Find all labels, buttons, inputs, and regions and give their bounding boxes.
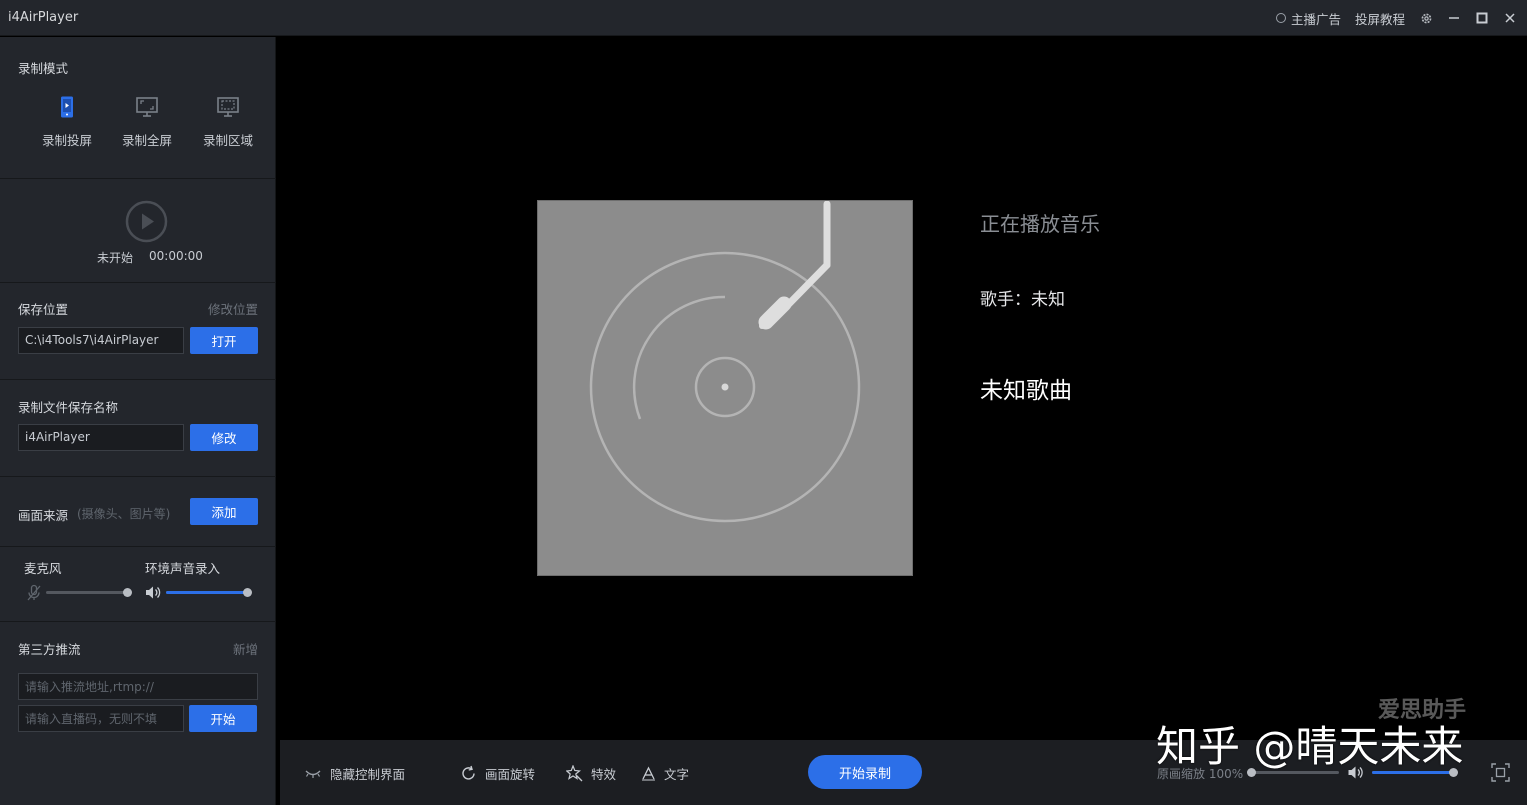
hide-controls-button[interactable]: 隐藏控制界面: [304, 764, 405, 783]
stream-code-input[interactable]: [18, 705, 184, 732]
tutorial-link[interactable]: 投屏教程: [1355, 9, 1405, 28]
circle-icon: [1275, 13, 1286, 23]
file-name-field[interactable]: i4AirPlayer: [18, 424, 184, 451]
effects-label: 特效: [591, 767, 617, 782]
phone-screen-icon: [61, 96, 73, 118]
artist-line: 歌手：未知: [980, 285, 1065, 310]
album-art: [537, 200, 913, 576]
main-view: 正在播放音乐 歌手：未知 未知歌曲: [277, 37, 1527, 740]
song-title: 未知歌曲: [980, 378, 1072, 404]
now-playing-label: 正在播放音乐: [980, 212, 1100, 236]
ambient-volume-slider[interactable]: [166, 588, 252, 597]
text-icon: [642, 766, 655, 781]
mode-label: 录制全屏: [121, 133, 172, 148]
open-folder-button[interactable]: 打开: [190, 327, 258, 354]
settings-button[interactable]: [1419, 11, 1433, 25]
ambient-label: 环境声音录入: [145, 561, 221, 576]
mic-muted-icon[interactable]: [26, 584, 42, 601]
rotate-icon: [462, 765, 475, 780]
source-section: 画面来源 (摄像头、图片等) 添加: [0, 477, 276, 547]
record-mode-section: 录制模式 录制投屏 录制全屏 录制区域: [0, 37, 276, 179]
record-mode-title: 录制模式: [18, 61, 69, 76]
file-name-title: 录制文件保存名称: [18, 400, 119, 415]
effects-button[interactable]: 特效: [566, 764, 616, 783]
mode-record-fullscreen[interactable]: 录制全屏: [112, 95, 182, 149]
monitor-fullscreen-icon: [136, 97, 158, 117]
close-icon: [1505, 13, 1515, 23]
record-status-section: 未开始 00:00:00: [0, 179, 276, 283]
stream-section: 第三方推流 新增 开始: [0, 622, 276, 805]
save-path-field[interactable]: C:\i4Tools7\i4AirPlayer: [18, 327, 184, 354]
stream-title: 第三方推流: [18, 642, 81, 657]
mic-volume-slider[interactable]: [46, 588, 132, 597]
close-button[interactable]: [1503, 11, 1517, 25]
hide-controls-label: 隐藏控制界面: [330, 767, 406, 782]
save-location-title: 保存位置: [18, 302, 69, 317]
text-label: 文字: [664, 767, 690, 782]
source-title: 画面来源: [18, 508, 69, 523]
ambient-volume-fill: [166, 591, 247, 594]
app-title: i4AirPlayer: [8, 10, 79, 25]
stream-url-input[interactable]: [18, 673, 258, 700]
eye-closed-icon: [305, 770, 321, 778]
text-button[interactable]: 文字: [641, 764, 689, 783]
mode-record-cast[interactable]: 录制投屏: [32, 95, 102, 149]
mode-label: 录制区域: [202, 133, 253, 148]
record-timer: 00:00:00: [149, 249, 203, 263]
rotate-label: 画面旋转: [485, 767, 536, 782]
speaker-icon[interactable]: [145, 585, 162, 600]
source-hint: (摄像头、图片等): [77, 507, 171, 521]
mic-label: 麦克风: [24, 561, 62, 576]
rotate-button[interactable]: 画面旋转: [460, 764, 535, 783]
watermark-text: 知乎 @晴天未来: [1156, 722, 1464, 771]
modify-name-button[interactable]: 修改: [190, 424, 258, 451]
record-state: 未开始: [97, 251, 134, 265]
add-source-button[interactable]: 添加: [190, 498, 258, 525]
monitor-region-icon: [217, 97, 239, 117]
maximize-button[interactable]: [1475, 11, 1489, 25]
mode-label: 录制投屏: [41, 133, 92, 148]
start-record-button[interactable]: 开始录制: [808, 755, 922, 789]
mode-record-region[interactable]: 录制区域: [193, 95, 263, 149]
gear-icon: [1421, 13, 1431, 23]
sidebar: 录制模式 录制投屏 录制全屏 录制区域 未开始 00:00:00 保存位置 修改…: [0, 37, 276, 805]
mic-volume-knob[interactable]: [123, 588, 132, 597]
minimize-icon: [1449, 17, 1459, 19]
screenshot-icon[interactable]: [1491, 763, 1510, 782]
play-circle-icon[interactable]: [125, 200, 168, 243]
tutorial-label: 投屏教程: [1354, 11, 1405, 27]
title-bar-actions: 主播广告 投屏教程: [1275, 0, 1517, 36]
artist-label: 歌手：: [980, 290, 1031, 310]
artist-value: 未知: [1031, 290, 1065, 310]
vinyl-record-icon: [589, 200, 861, 523]
magic-star-icon: [566, 765, 583, 782]
file-name-section: 录制文件保存名称 i4AirPlayer 修改: [0, 380, 276, 477]
start-stream-button[interactable]: 开始: [189, 705, 257, 732]
save-location-section: 保存位置 修改位置 C:\i4Tools7\i4AirPlayer 打开: [0, 283, 276, 380]
change-location-link[interactable]: 修改位置: [208, 299, 258, 318]
streamer-ad-label: 主播广告: [1290, 11, 1341, 27]
maximize-icon: [1476, 12, 1488, 24]
add-stream-link[interactable]: 新增: [233, 639, 258, 658]
audio-section: 麦克风 环境声音录入: [0, 547, 276, 622]
streamer-ad-link[interactable]: 主播广告: [1275, 9, 1341, 28]
title-bar: i4AirPlayer 主播广告 投屏教程: [0, 0, 1527, 36]
minimize-button[interactable]: [1447, 11, 1461, 25]
ambient-volume-knob[interactable]: [243, 588, 252, 597]
